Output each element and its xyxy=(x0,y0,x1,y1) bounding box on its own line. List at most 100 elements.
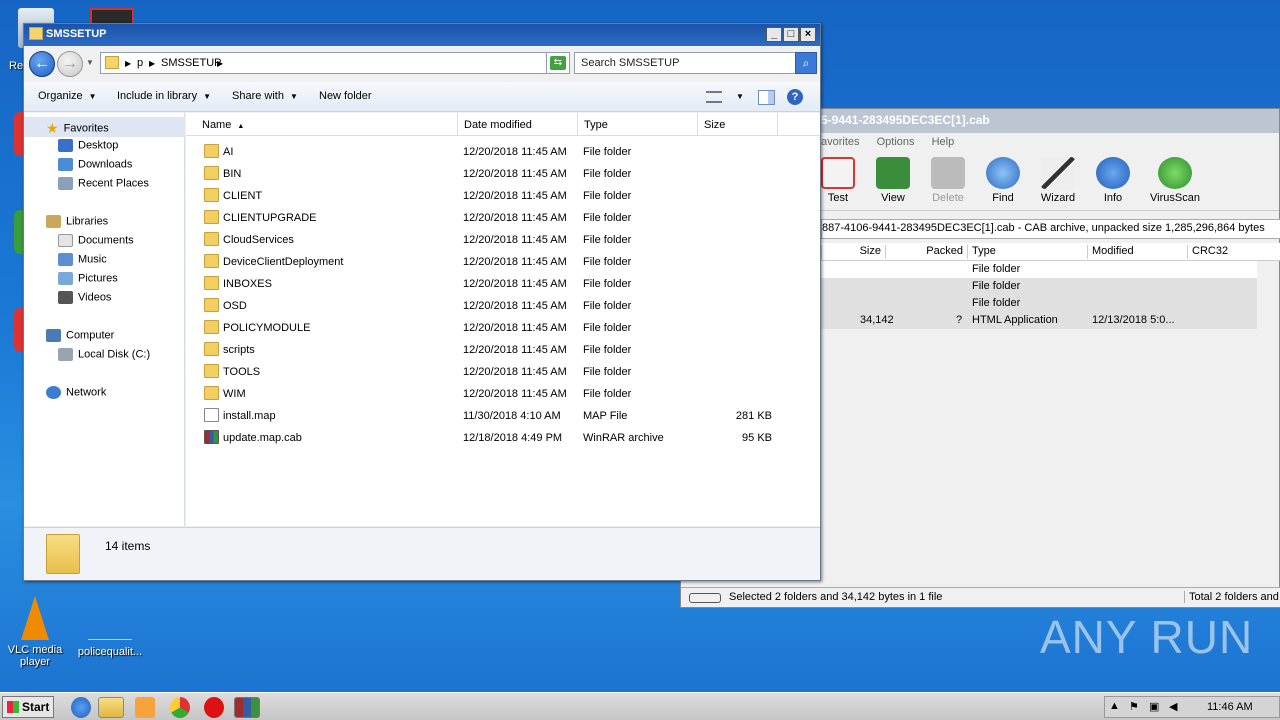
explorer-taskbar-icon[interactable] xyxy=(98,697,124,718)
file-row[interactable]: POLICYMODULE 12/20/2018 11:45 AM File fold… xyxy=(186,317,820,339)
organize-button[interactable]: Organize ▼ xyxy=(38,90,97,102)
menu-options[interactable]: Options xyxy=(877,136,915,148)
start-button[interactable]: Start xyxy=(2,696,54,718)
chrome-icon[interactable] xyxy=(170,697,190,718)
folder-icon xyxy=(204,210,219,224)
col-size[interactable]: Size xyxy=(821,245,885,259)
nav-desktop[interactable]: Desktop xyxy=(58,139,118,152)
file-row[interactable]: update.map.cab 12/18/2018 4:49 PM WinRAR a… xyxy=(186,427,820,449)
nav-downloads[interactable]: Downloads xyxy=(58,158,132,171)
new-folder-button[interactable]: New folder xyxy=(319,90,372,102)
nav-videos[interactable]: Videos xyxy=(58,291,111,304)
file-row[interactable]: AI 12/20/2018 11:45 AM File folder xyxy=(186,141,820,163)
volume-icon[interactable]: ◀ xyxy=(1169,700,1177,713)
archive-icon xyxy=(204,430,219,444)
menu-favorites[interactable]: avorites xyxy=(821,136,860,148)
nav-local-disk[interactable]: Local Disk (C:) xyxy=(58,348,150,361)
file-row[interactable]: CloudServices 12/20/2018 11:45 AM File fol… xyxy=(186,229,820,251)
explorer-window[interactable]: SMSSETUP _ □ × ← → ▼ ▶ p ▶ SMSSETUP ▶ ▼ … xyxy=(23,23,821,581)
close-button[interactable]: × xyxy=(800,27,816,42)
address-bar[interactable]: ▶ p ▶ SMSSETUP ▶ ▼ xyxy=(100,52,568,74)
breadcrumb-sep-icon[interactable]: ▶ xyxy=(149,59,155,68)
breadcrumb-sep-icon[interactable]: ▶ xyxy=(125,59,131,68)
file-row[interactable]: scripts 12/20/2018 11:45 AM File folder xyxy=(186,339,820,361)
file-row[interactable]: DeviceClientDeployment 12/20/2018 11:45 A… xyxy=(186,251,820,273)
col-type[interactable]: Type xyxy=(967,245,1087,259)
view-options-icon[interactable] xyxy=(706,91,722,103)
clock[interactable]: 11:46 AM xyxy=(1207,701,1253,713)
find-button[interactable]: Find xyxy=(977,157,1029,204)
nav-music[interactable]: Music xyxy=(58,253,107,266)
refresh-button[interactable]: ⇆ xyxy=(546,52,570,74)
column-name[interactable]: Name ▲ xyxy=(196,113,458,136)
search-icon[interactable]: ⌕ xyxy=(795,52,817,74)
include-in-library-button[interactable]: Include in library ▼ xyxy=(117,90,211,102)
winrar-path-field[interactable]: 887-4106-9441-283495DEC3EC[1].cab - CAB … xyxy=(821,219,1280,239)
search-input[interactable]: Search SMSSETUP xyxy=(574,52,796,74)
winrar-row[interactable]: File folder xyxy=(821,278,1257,295)
column-type[interactable]: Type xyxy=(578,113,698,136)
col-packed[interactable]: Packed xyxy=(885,245,967,259)
file-row[interactable]: CLIENT 12/20/2018 11:45 AM File folder xyxy=(186,185,820,207)
file-row[interactable]: OSD 12/20/2018 11:45 AM File folder xyxy=(186,295,820,317)
column-date-modified[interactable]: Date modified xyxy=(458,113,578,136)
file-name: BIN xyxy=(223,168,242,180)
virusscan-button[interactable]: VirusScan xyxy=(1149,157,1201,204)
view-button[interactable]: View xyxy=(867,157,919,204)
winrar-row[interactable]: File folder xyxy=(821,295,1257,312)
winrar-taskbar-icon[interactable] xyxy=(234,697,260,718)
file-type: File folder xyxy=(583,278,632,290)
col-modified[interactable]: Modified xyxy=(1087,245,1187,259)
winrar-row[interactable]: File folder xyxy=(821,261,1257,278)
file-row[interactable]: INBOXES 12/20/2018 11:45 AM File folder xyxy=(186,273,820,295)
nav-computer[interactable]: Computer xyxy=(46,329,114,342)
winrar-list-header: Size Packed Type Modified CRC32 xyxy=(821,243,1280,261)
file-row[interactable]: CLIENTUPGRADE 12/20/2018 11:45 AM File fol… xyxy=(186,207,820,229)
share-with-button[interactable]: Share with ▼ xyxy=(232,90,298,102)
breadcrumb-p[interactable]: p xyxy=(137,57,143,69)
preview-pane-icon[interactable] xyxy=(758,90,775,105)
back-button[interactable]: ← xyxy=(29,51,55,77)
anyrun-watermark: ANY RUN xyxy=(1040,611,1254,663)
nav-documents[interactable]: Documents xyxy=(58,234,134,247)
file-row[interactable]: TOOLS 12/20/2018 11:45 AM File folder xyxy=(186,361,820,383)
winrar-row[interactable]: 34,142 ? HTML Application 12/13/2018 5:0… xyxy=(821,312,1257,329)
maximize-button[interactable]: □ xyxy=(783,27,799,42)
explorer-titlebar[interactable]: SMSSETUP _ □ × xyxy=(24,24,820,46)
nav-pictures[interactable]: Pictures xyxy=(58,272,118,285)
refresh-icon: ⇆ xyxy=(550,56,566,70)
nav-network[interactable]: Network xyxy=(46,386,106,399)
file-row[interactable]: WIM 12/20/2018 11:45 AM File folder xyxy=(186,383,820,405)
show-hidden-icons[interactable]: ▲ xyxy=(1109,700,1120,712)
file-row[interactable]: install.map 11/30/2018 4:10 AM MAP File 281… xyxy=(186,405,820,427)
help-icon[interactable]: ? xyxy=(787,89,803,105)
nav-favorites[interactable]: ★ Favorites xyxy=(46,120,109,137)
minimize-button[interactable]: _ xyxy=(766,27,782,42)
breadcrumb-smssetup[interactable]: SMSSETUP xyxy=(161,57,222,69)
taskbar: Start ▲ ⚑ ▣ ◀ 11:46 AM xyxy=(0,692,1280,720)
opera-icon[interactable] xyxy=(204,697,224,718)
nav-recent-places[interactable]: Recent Places xyxy=(58,177,149,190)
file-row[interactable]: BIN 12/20/2018 11:45 AM File folder xyxy=(186,163,820,185)
col-crc32[interactable]: CRC32 xyxy=(1187,245,1257,259)
wizard-button[interactable]: Wizard xyxy=(1032,157,1084,204)
nav-libraries[interactable]: Libraries xyxy=(46,215,108,228)
network-tray-icon[interactable]: ▣ xyxy=(1149,700,1159,713)
vlc-desktop-icon[interactable]: VLC media player xyxy=(0,596,70,668)
policequality-desktop-icon[interactable]: policequalit... xyxy=(75,618,145,658)
policequality-desktop-label: policequalit... xyxy=(77,646,143,658)
media-player-icon[interactable] xyxy=(135,697,155,718)
breadcrumb-sep-icon[interactable]: ▶ xyxy=(217,59,223,68)
forward-button[interactable]: → xyxy=(57,51,83,77)
info-button[interactable]: Info xyxy=(1087,157,1139,204)
ie-icon[interactable] xyxy=(71,697,91,718)
flag-icon[interactable]: ⚑ xyxy=(1129,700,1139,713)
file-date: 12/20/2018 11:45 AM xyxy=(463,146,567,158)
chevron-down-icon[interactable]: ▼ xyxy=(736,92,744,101)
menu-help[interactable]: Help xyxy=(932,136,955,148)
item-count: 14 items xyxy=(105,539,151,553)
column-size[interactable]: Size xyxy=(698,113,778,136)
recent-pages-dropdown[interactable]: ▼ xyxy=(86,58,94,67)
delete-button[interactable]: Delete xyxy=(922,157,974,204)
file-type: File folder xyxy=(583,256,632,268)
